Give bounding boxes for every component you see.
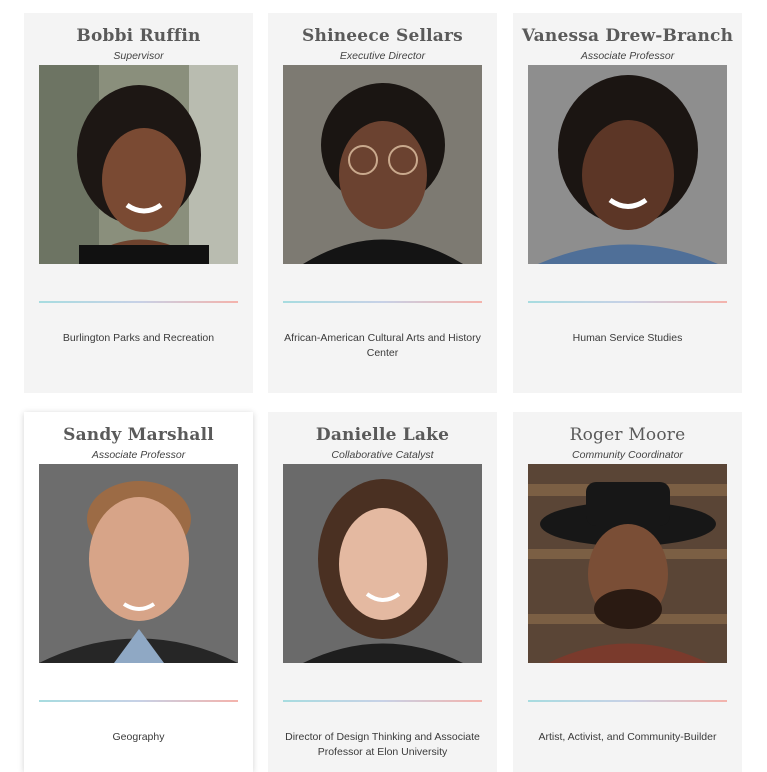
profile-organization: Director of Design Thinking and Associat…: [285, 731, 480, 758]
profile-photo: [283, 464, 482, 663]
profile-card-shineece-sellars[interactable]: Shineece Sellars Executive Director Afri…: [268, 13, 497, 393]
profile-photo: [39, 65, 238, 264]
profile-photo: [528, 65, 727, 264]
profile-name: Vanessa Drew-Branch: [521, 26, 734, 46]
gradient-divider: [283, 700, 482, 702]
profile-role: Community Coordinator: [572, 449, 683, 461]
profile-name: Roger Moore: [569, 425, 686, 445]
profile-name: Sandy Marshall: [63, 425, 214, 445]
gradient-divider: [39, 700, 238, 702]
profile-photo: [528, 464, 727, 663]
profile-card-bobbi-ruffin[interactable]: Bobbi Ruffin Supervisor Burlington Parks…: [24, 13, 253, 393]
profile-organization: Burlington Parks and Recreation: [62, 332, 215, 344]
profile-card-sandy-marshall[interactable]: Sandy Marshall Associate Professor Geogr…: [24, 412, 253, 772]
profile-role: Supervisor: [113, 50, 164, 62]
profile-card-roger-moore[interactable]: Roger Moore Community Coordinator Artist…: [513, 412, 742, 772]
gradient-divider: [39, 301, 238, 303]
profile-name: Shineece Sellars: [302, 26, 463, 46]
profile-photo: [283, 65, 482, 264]
profile-role: Associate Professor: [580, 50, 675, 62]
profile-role: Collaborative Catalyst: [331, 449, 434, 461]
profile-name: Bobbi Ruffin: [76, 26, 201, 46]
profile-organization: Geography: [112, 731, 165, 743]
profile-card-vanessa-drew-branch[interactable]: Vanessa Drew-Branch Associate Professor …: [513, 13, 742, 393]
profile-name: Danielle Lake: [315, 425, 450, 445]
profile-organization: Human Service Studies: [572, 332, 683, 344]
profile-photo: [39, 464, 238, 663]
profile-role: Executive Director: [339, 50, 426, 62]
gradient-divider: [283, 301, 482, 303]
gradient-divider: [528, 301, 727, 303]
profile-organization: Artist, Activist, and Community-Builder: [538, 731, 717, 743]
profile-card-danielle-lake[interactable]: Danielle Lake Collaborative Catalyst Dir…: [268, 412, 497, 772]
profile-organization: African-American Cultural Arts and Histo…: [284, 332, 481, 359]
profile-role: Associate Professor: [91, 449, 186, 461]
gradient-divider: [528, 700, 727, 702]
